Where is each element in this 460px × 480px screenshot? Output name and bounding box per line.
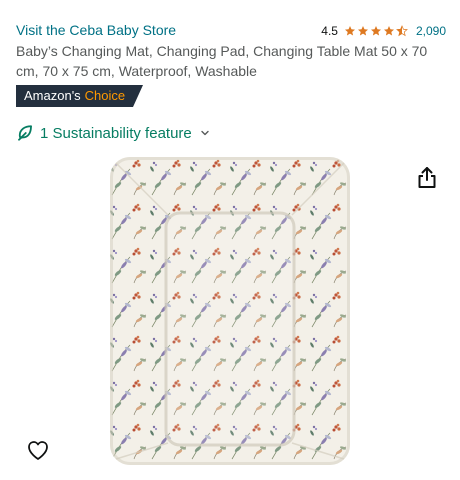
rating-summary[interactable]: 4.5 2,090	[321, 24, 446, 38]
rating-count-link[interactable]: 2,090	[416, 24, 446, 38]
half-star-icon	[396, 25, 408, 37]
star-icon	[357, 26, 368, 36]
star-icon	[370, 26, 381, 36]
heart-icon	[28, 441, 48, 460]
chevron-down-icon	[201, 130, 209, 136]
star-icon	[383, 26, 394, 36]
badge-accent: Choice	[84, 88, 126, 103]
star-rating	[344, 25, 408, 37]
store-link[interactable]: Visit the Ceba Baby Store	[16, 22, 176, 38]
share-button[interactable]	[414, 163, 440, 191]
badge-tail	[133, 85, 144, 107]
leaf-icon	[18, 125, 32, 141]
badge-prefix: Amazon's	[24, 88, 81, 103]
star-icon	[344, 26, 355, 36]
wishlist-button[interactable]	[24, 436, 52, 464]
sustainability-feature-toggle[interactable]: 1 Sustainability feature	[16, 124, 210, 142]
sustainability-label: 1 Sustainability feature	[40, 124, 192, 142]
amazons-choice-badge: Amazon's Choice	[16, 85, 144, 107]
rating-value: 4.5	[321, 24, 338, 38]
product-title: Baby’s Changing Mat, Changing Pad, Chang…	[16, 43, 428, 79]
share-icon	[418, 167, 436, 188]
product-image-changing-mat[interactable]	[108, 155, 352, 467]
